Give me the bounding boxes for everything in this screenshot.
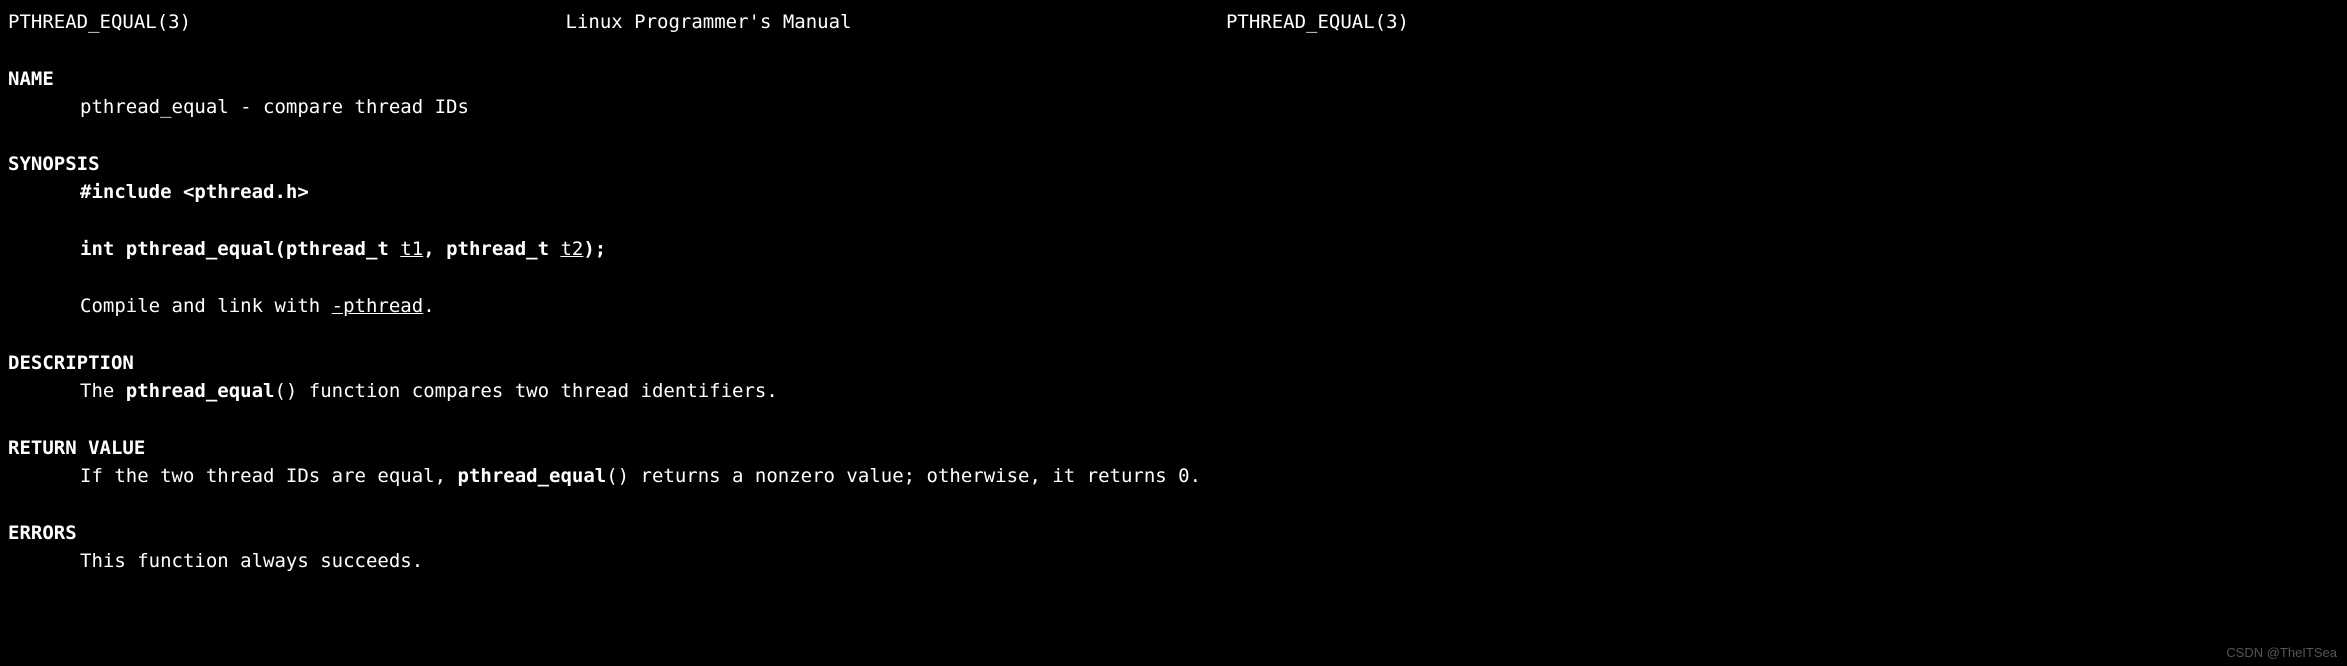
signature-suffix: ); [583,238,606,260]
return-suffix: () returns a nonzero value; otherwise, i… [606,465,1201,487]
section-errors-heading: ERRORS [8,519,2339,548]
description-suffix: () function compares two thread identifi… [274,380,777,402]
synopsis-compile: Compile and link with -pthread. [80,292,2339,321]
signature-prefix: int pthread_equal(pthread_t [80,238,400,260]
header-center: Linux Programmer's Manual [566,8,852,37]
header-left: PTHREAD_EQUAL(3) [8,8,191,37]
section-name-body: pthread_equal - compare thread IDs [8,93,2339,122]
return-prefix: If the two thread IDs are equal, [80,465,458,487]
section-synopsis-body: #include <pthread.h> int pthread_equal(p… [8,178,2339,321]
compile-prefix: Compile and link with [80,295,332,317]
section-return-body: If the two thread IDs are equal, pthread… [8,462,2339,491]
description-func: pthread_equal [126,380,275,402]
signature-t1: t1 [400,238,423,260]
section-name-heading: NAME [8,65,2339,94]
section-synopsis-heading: SYNOPSIS [8,150,2339,179]
manpage-header: PTHREAD_EQUAL(3) Linux Programmer's Manu… [8,8,2339,37]
signature-t2: t2 [560,238,583,260]
return-func: pthread_equal [458,465,607,487]
synopsis-signature: int pthread_equal(pthread_t t1, pthread_… [80,235,2339,264]
name-text: pthread_equal - compare thread IDs [80,96,469,118]
header-right: PTHREAD_EQUAL(3) [1226,8,1409,37]
watermark: CSDN @TheITSea [2226,643,2337,663]
section-return-heading: RETURN VALUE [8,434,2339,463]
section-description-body: The pthread_equal() function compares tw… [8,377,2339,406]
errors-text: This function always succeeds. [80,550,423,572]
synopsis-include: #include <pthread.h> [80,178,2339,207]
section-errors-body: This function always succeeds. [8,547,2339,576]
section-description-heading: DESCRIPTION [8,349,2339,378]
compile-flag: -pthread [332,295,424,317]
compile-suffix: . [423,295,434,317]
signature-mid: , pthread_t [423,238,560,260]
description-prefix: The [80,380,126,402]
